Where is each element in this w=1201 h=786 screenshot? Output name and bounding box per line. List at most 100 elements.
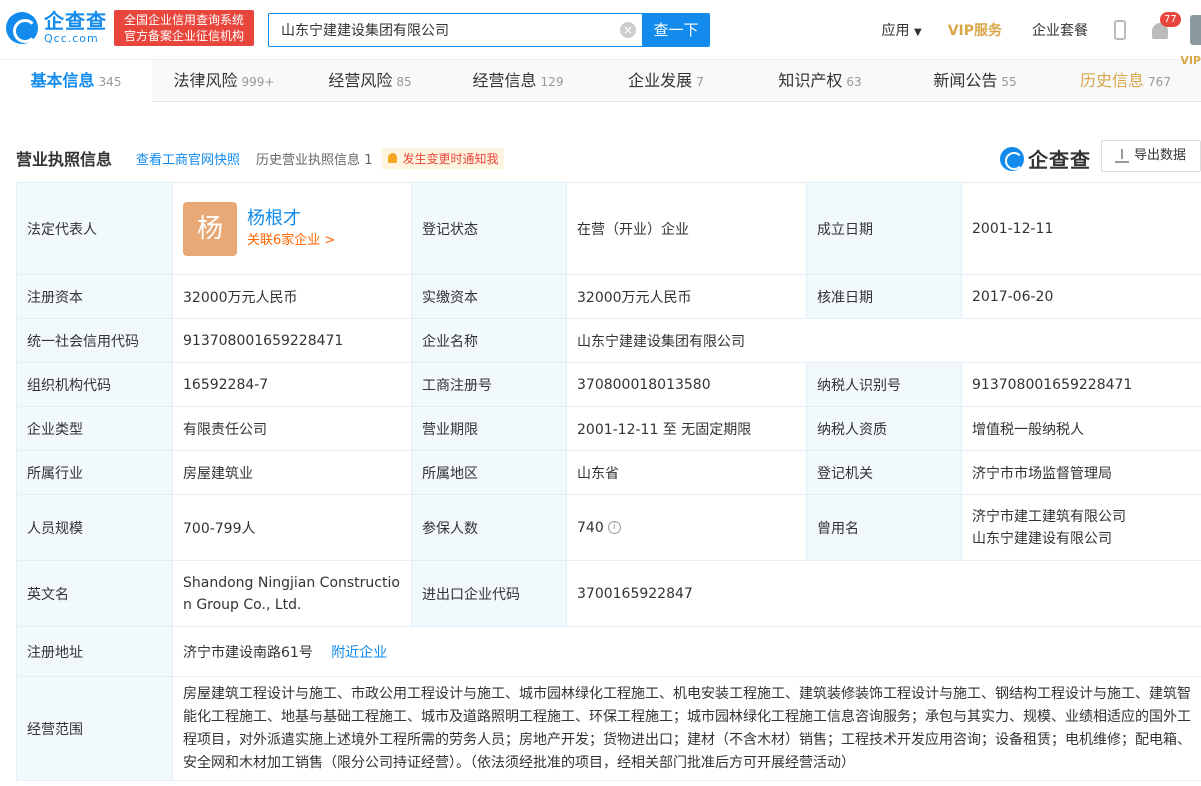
field-label: 注册资本 <box>16 274 173 319</box>
legal-rep-name[interactable]: 杨根才 <box>247 207 335 231</box>
field-value: 913708001659228471 <box>172 318 412 363</box>
search-button[interactable]: 查一下 <box>642 13 710 47</box>
tab-count: 767 <box>1148 75 1171 89</box>
field-label: 企业类型 <box>16 406 173 451</box>
former-names-cell: 济宁市建工建筑有限公司 山东宁建建设有限公司 <box>961 494 1201 561</box>
table-row: 所属行业 房屋建筑业 所属地区 山东省 登记机关 济宁市市场监督管理局 <box>16 450 1201 495</box>
table-row: 注册地址 济宁市建设南路61号 附近企业 <box>16 626 1201 677</box>
tab-basic-info[interactable]: 基本信息 345 <box>0 60 152 102</box>
tab-development[interactable]: 企业发展 7 <box>592 60 740 102</box>
table-row: 统一社会信用代码 913708001659228471 企业名称 山东宁建建设集… <box>16 318 1201 363</box>
brand-watermark: 企查查 <box>1000 144 1091 173</box>
table-row: 企业类型 有限责任公司 营业期限 2001-12-11 至 无固定期限 纳税人资… <box>16 406 1201 451</box>
field-value: 16592284-7 <box>172 362 412 407</box>
download-icon <box>1115 149 1129 163</box>
field-label: 纳税人识别号 <box>806 362 962 407</box>
section-title: 营业执照信息 <box>16 150 113 169</box>
field-label: 注册地址 <box>16 626 173 677</box>
field-label: 进出口企业代码 <box>411 560 567 627</box>
field-value: 有限责任公司 <box>172 406 412 451</box>
nav-apps-label: 应用 <box>881 23 910 39</box>
section-header: 营业执照信息 查看工商官网快照 历史营业执照信息 1 发生变更时通知我 企查查 … <box>16 140 1201 176</box>
former-name: 山东宁建建设有限公司 <box>972 530 1112 547</box>
address-cell: 济宁市建设南路61号 附近企业 <box>172 626 1201 677</box>
field-label: 参保人数 <box>411 494 567 561</box>
nav-enterprise-package[interactable]: 企业套餐 <box>1032 20 1088 40</box>
field-label: 所属行业 <box>16 450 173 495</box>
field-label: 成立日期 <box>806 182 962 275</box>
tab-news[interactable]: 新闻公告 55 <box>900 60 1050 102</box>
vip-tag: VIP <box>1180 54 1201 67</box>
credit-system-badge: 全国企业信用查询系统 官方备案企业征信机构 <box>114 10 254 46</box>
field-label: 组织机构代码 <box>16 362 173 407</box>
field-value: 32000万元人民币 <box>172 274 412 319</box>
scope-line: 程项目，对外派遣实施上述境外工程所需的劳务人员；房地产开发；货物进出口；建材（不… <box>183 731 1191 748</box>
insured-cell: 740 i <box>566 494 807 561</box>
clear-icon[interactable]: × <box>620 22 636 38</box>
export-data-button[interactable]: 导出数据 <box>1101 140 1201 172</box>
notification-count: 77 <box>1160 12 1181 27</box>
field-label: 统一社会信用代码 <box>16 318 173 363</box>
nav-apps[interactable]: 应用 ▼ <box>882 20 922 40</box>
history-license-label: 历史营业执照信息 <box>256 152 361 168</box>
tab-count: 85 <box>396 75 412 89</box>
table-row: 人员规模 700-799人 参保人数 740 i 曾用名 济宁市建工建筑有限公司 … <box>16 494 1201 561</box>
field-label: 企业名称 <box>411 318 567 363</box>
tab-label: 历史信息 <box>1080 71 1145 90</box>
notification-button[interactable]: 77 <box>1150 12 1181 40</box>
field-value: 山东省 <box>566 450 807 495</box>
tab-count: 345 <box>98 75 122 89</box>
legal-rep-avatar[interactable]: 杨 <box>183 201 237 256</box>
field-value: 2017-06-20 <box>961 274 1201 319</box>
field-value: 370800018013580 <box>566 362 807 407</box>
tab-business-risk[interactable]: 经营风险 85 <box>296 60 444 102</box>
tab-legal-risk[interactable]: 法律风险 999+ <box>152 60 296 102</box>
field-value: 济宁市建设南路61号 <box>183 644 313 661</box>
scope-line: 安全网和木材加工销售（限分公司持证经营）。（依法须经批准的项目，经相关部门批准后… <box>183 754 855 771</box>
tab-count: 63 <box>846 75 862 89</box>
legal-rep-cell: 杨 杨根才 关联6家企业 > <box>172 182 412 275</box>
tab-history[interactable]: 历史信息 767 VIP <box>1050 54 1201 102</box>
snapshot-link[interactable]: 查看工商官网快照 <box>136 149 240 168</box>
logo-text-cn: 企查查 <box>44 9 107 33</box>
table-row: 英文名 Shandong Ningjian Constructio n Grou… <box>16 560 1201 627</box>
search-input[interactable] <box>281 22 611 38</box>
field-value: 在营（开业）企业 <box>566 182 807 275</box>
nearby-companies-link[interactable]: 附近企业 <box>331 645 387 661</box>
caret-down-icon: ▼ <box>913 27 922 38</box>
search-box: × <box>268 13 644 47</box>
notify-on-change-button[interactable]: 发生变更时通知我 <box>382 147 505 169</box>
table-row: 经营范围 房屋建筑工程设计与施工、市政公用工程设计与施工、城市园林绿化工程施工、… <box>16 676 1201 781</box>
field-label: 英文名 <box>16 560 173 627</box>
mobile-icon[interactable] <box>1114 20 1126 40</box>
field-value: 房屋建筑业 <box>172 450 412 495</box>
history-license-link[interactable]: 历史营业执照信息 1 <box>256 149 372 168</box>
english-name-cell: Shandong Ningjian Constructio n Group Co… <box>172 560 412 627</box>
field-label: 曾用名 <box>806 494 962 561</box>
logo-text-en: Qcc.com <box>44 32 99 45</box>
table-row: 注册资本 32000万元人民币 实缴资本 32000万元人民币 核准日期 201… <box>16 274 1201 319</box>
tab-business-info[interactable]: 经营信息 129 <box>444 60 592 102</box>
field-label: 法定代表人 <box>16 182 173 275</box>
field-label: 人员规模 <box>16 494 173 561</box>
business-license-table: 法定代表人 杨 杨根才 关联6家企业 > 登记状态 在营（开业）企业 成立日期 … <box>16 182 1201 781</box>
site-logo[interactable]: 企查查 Qcc.com <box>6 10 107 45</box>
badge-line-1: 全国企业信用查询系统 <box>123 13 244 27</box>
logo-icon <box>1000 146 1024 171</box>
tab-ip[interactable]: 知识产权 63 <box>740 60 900 102</box>
tab-count: 129 <box>540 75 564 89</box>
related-companies-link[interactable]: 关联6家企业 > <box>247 231 335 251</box>
tab-label: 法律风险 <box>173 71 238 90</box>
field-label: 登记机关 <box>806 450 962 495</box>
field-label: 工商注册号 <box>411 362 567 407</box>
field-label: 登记状态 <box>411 182 567 275</box>
table-row: 组织机构代码 16592284-7 工商注册号 370800018013580 … <box>16 362 1201 407</box>
user-avatar[interactable] <box>1190 15 1201 45</box>
field-value: 增值税一般纳税人 <box>961 406 1201 451</box>
table-row: 法定代表人 杨 杨根才 关联6家企业 > 登记状态 在营（开业）企业 成立日期 … <box>16 182 1201 275</box>
english-name-line: n Group Co., Ltd. <box>183 596 302 613</box>
info-icon[interactable]: i <box>607 521 621 534</box>
history-license-count: 1 <box>364 152 373 168</box>
nav-vip-service[interactable]: VIP服务 <box>948 20 1002 40</box>
tab-label: 基本信息 <box>30 71 95 90</box>
